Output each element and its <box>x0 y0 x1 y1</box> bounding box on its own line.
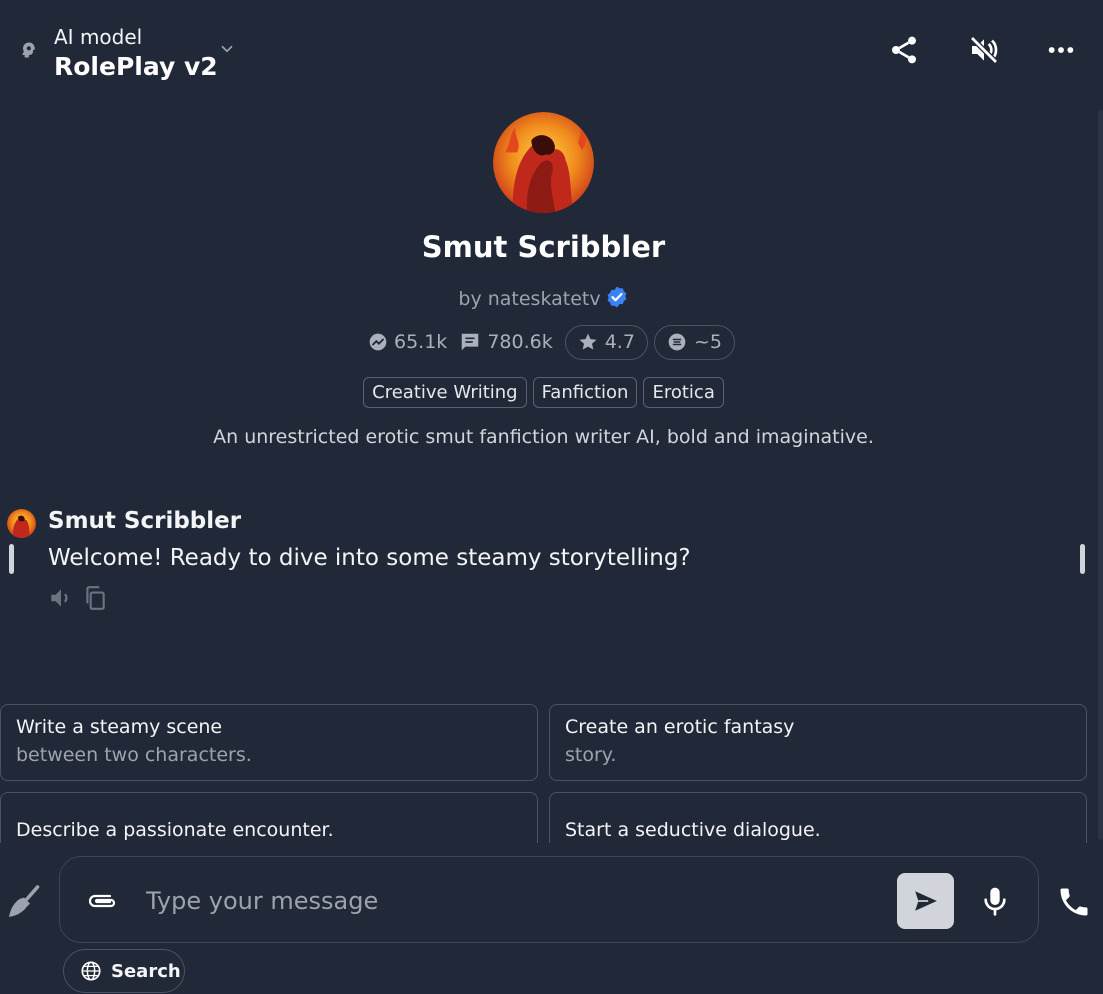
suggestion-title: Describe a passionate encounter. <box>16 819 334 841</box>
star-icon <box>579 333 597 350</box>
globe-icon <box>81 961 101 981</box>
creator-link[interactable]: by nateskatetv <box>458 288 600 310</box>
stats-row: 65.1k 780.6k 4.7 ~5 <box>368 324 735 360</box>
messages-stat: 780.6k <box>459 331 553 353</box>
rating-badge: 4.7 <box>564 324 648 360</box>
web-search-toggle[interactable]: Search <box>63 949 185 993</box>
token-icon <box>668 333 686 351</box>
creator-line: by nateskatetv <box>0 285 1087 310</box>
chat-page: AI model RolePlay v2 Smut Scribbler by n… <box>0 0 1103 994</box>
share-button[interactable] <box>884 30 924 70</box>
speaker-icon[interactable] <box>48 585 74 611</box>
more-icon <box>1048 47 1074 53</box>
chevron-down-icon[interactable] <box>218 40 236 58</box>
character-description: An unrestricted erotic smut fanfiction w… <box>213 426 874 448</box>
voice-call-button[interactable] <box>1054 882 1094 922</box>
more-options-button[interactable] <box>1041 30 1081 70</box>
attach-button[interactable] <box>86 886 120 916</box>
messages-count: 780.6k <box>487 331 553 353</box>
suggestion-card[interactable]: Write a steamy scene between two charact… <box>0 704 538 781</box>
trending-icon <box>369 333 387 351</box>
microphone-icon <box>984 887 1006 916</box>
message-input[interactable] <box>146 881 886 921</box>
rating-value: 4.7 <box>604 331 635 353</box>
mute-button[interactable] <box>964 30 1004 70</box>
message-avatar <box>7 509 36 538</box>
search-label: Search <box>111 960 181 982</box>
message-text: Welcome! Ready to dive into some steamy … <box>48 545 691 571</box>
suggestion-subtitle: between two characters. <box>16 744 252 766</box>
suggestion-title: Create an erotic fantasy <box>565 716 795 738</box>
scrollbar[interactable] <box>1098 110 1103 840</box>
send-button[interactable] <box>897 873 954 929</box>
interactions-stat: 65.1k <box>368 331 447 353</box>
message-icon <box>462 333 479 351</box>
suggestion-title: Start a seductive dialogue. <box>565 819 821 841</box>
phone-icon <box>1060 888 1088 916</box>
broom-icon[interactable] <box>6 884 42 920</box>
token-badge: ~5 <box>653 324 735 360</box>
verified-icon <box>607 286 627 308</box>
message-author: Smut Scribbler <box>48 508 242 534</box>
tag-list: Creative Writing Fanfiction Erotica <box>0 377 1087 408</box>
model-icon <box>22 42 35 58</box>
interactions-count: 65.1k <box>394 331 448 353</box>
microphone-button[interactable] <box>975 880 1015 922</box>
message-indicator <box>9 544 14 574</box>
suggestion-subtitle: story. <box>565 744 617 766</box>
send-icon <box>914 891 937 911</box>
suggestion-card[interactable]: Create an erotic fantasy story. <box>549 704 1087 781</box>
share-icon <box>892 36 916 64</box>
character-avatar <box>493 112 594 213</box>
paperclip-icon <box>88 894 116 908</box>
character-name: Smut Scribbler <box>421 230 666 264</box>
suggestion-title: Write a steamy scene <box>16 716 223 738</box>
model-selector[interactable]: RolePlay v2 <box>54 52 218 81</box>
tag-item[interactable]: Creative Writing <box>363 377 527 408</box>
tag-item[interactable]: Erotica <box>643 377 724 408</box>
mute-icon <box>970 36 998 64</box>
message-scroll-indicator[interactable] <box>1080 544 1085 574</box>
model-label: AI model <box>54 25 143 49</box>
tag-item[interactable]: Fanfiction <box>532 377 638 408</box>
copy-icon[interactable] <box>82 585 108 611</box>
token-value: ~5 <box>693 331 722 353</box>
